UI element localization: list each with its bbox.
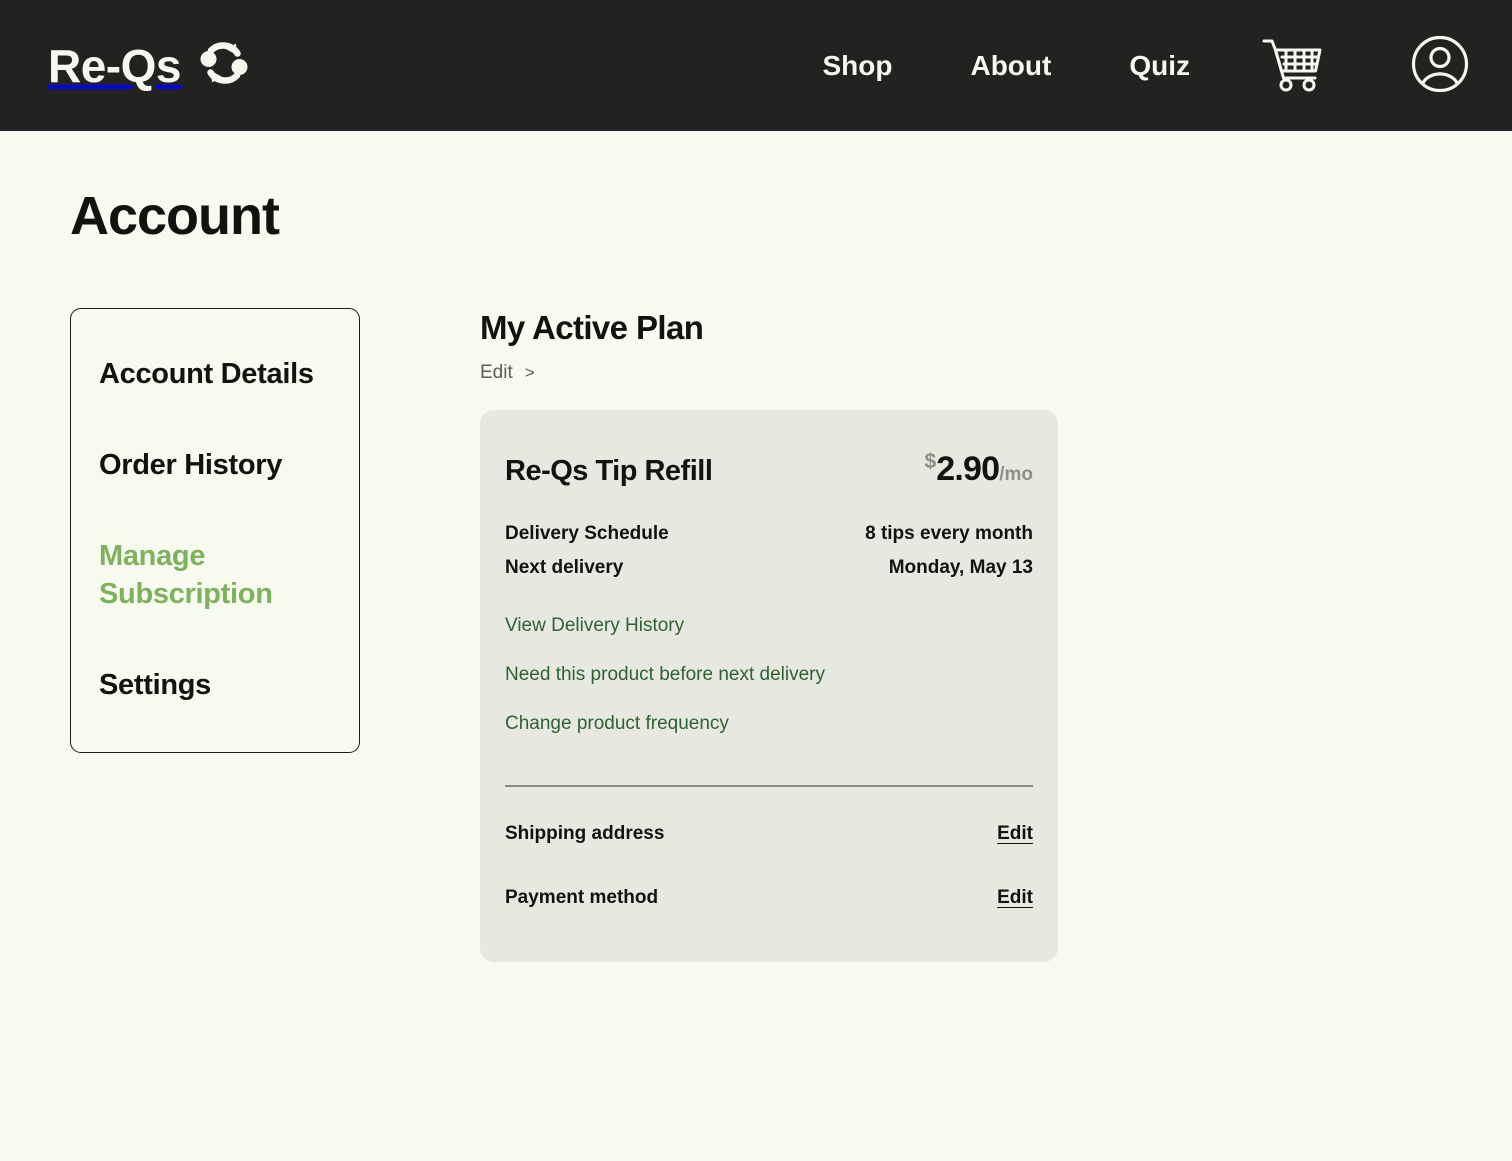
chevron-right-icon: > <box>524 362 535 382</box>
recycle-refresh-icon <box>195 34 253 97</box>
section-title: My Active Plan <box>480 309 704 347</box>
plan-account-rows: Shipping address Edit Payment method Edi… <box>505 823 1033 909</box>
detail-row-delivery-schedule: Delivery Schedule 8 tips every month <box>505 523 1033 545</box>
plan-name: Re-Qs Tip Refill <box>505 454 713 487</box>
price-period: /mo <box>999 463 1033 485</box>
active-plan-panel: My Active Plan Edit > Re-Qs Tip Refill $… <box>480 308 1058 962</box>
nav-link-quiz[interactable]: Quiz <box>1129 42 1190 90</box>
change-product-frequency-link[interactable]: Change product frequency <box>505 713 1033 736</box>
row-payment-method: Payment method Edit <box>505 887 1033 909</box>
plan-header: Re-Qs Tip Refill $ 2.90 /mo <box>505 450 1033 489</box>
brand-name: Re-Qs <box>48 39 181 92</box>
price-currency: $ <box>924 449 937 473</box>
card-divider <box>505 785 1033 787</box>
page-content: Account Details Order History Manage Sub… <box>0 308 1512 962</box>
sidebar-item-order-history[interactable]: Order History <box>71 434 359 497</box>
sidebar-item-account-details[interactable]: Account Details <box>71 343 359 406</box>
edit-shipping-address-link[interactable]: Edit <box>997 823 1033 845</box>
account-page: Account Account Details Order History Ma… <box>0 131 1512 962</box>
nav-link-about[interactable]: About <box>970 42 1051 90</box>
plan-detail-list: Delivery Schedule 8 tips every month Nex… <box>505 523 1033 579</box>
page-title: Account <box>70 186 280 246</box>
shipping-address-label: Shipping address <box>505 822 665 844</box>
nav-link-shop[interactable]: Shop <box>822 42 892 90</box>
detail-row-next-delivery: Next delivery Monday, May 13 <box>505 557 1033 579</box>
detail-value: Monday, May 13 <box>888 556 1033 578</box>
edit-plan-label: Edit <box>480 361 513 383</box>
detail-label: Delivery Schedule <box>505 522 669 544</box>
need-product-before-next-delivery-link[interactable]: Need this product before next delivery <box>505 664 1033 687</box>
plan-action-links: View Delivery History Need this product … <box>505 615 1033 735</box>
shopping-cart-button[interactable] <box>1262 36 1324 95</box>
sidebar-item-settings[interactable]: Settings <box>71 654 359 717</box>
account-sidebar: Account Details Order History Manage Sub… <box>70 308 360 754</box>
row-shipping-address: Shipping address Edit <box>505 823 1033 845</box>
user-account-icon <box>1410 34 1470 97</box>
edit-payment-method-link[interactable]: Edit <box>997 887 1033 909</box>
brand-logo[interactable]: Re-Qs <box>48 34 253 97</box>
shopping-cart-icon <box>1262 36 1324 95</box>
detail-value: 8 tips every month <box>865 522 1033 544</box>
plan-card: Re-Qs Tip Refill $ 2.90 /mo Delivery Sch… <box>480 409 1058 962</box>
top-navbar: Re-Qs Shop About Quiz <box>0 0 1512 131</box>
detail-label: Next delivery <box>505 556 624 578</box>
payment-method-label: Payment method <box>505 886 659 908</box>
edit-plan-link[interactable]: Edit > <box>480 362 535 384</box>
account-button[interactable] <box>1410 34 1470 97</box>
primary-navigation: Shop About Quiz <box>822 34 1470 97</box>
price-amount: 2.90 <box>936 449 1000 488</box>
plan-price: $ 2.90 /mo <box>925 450 1033 489</box>
view-delivery-history-link[interactable]: View Delivery History <box>505 615 1033 638</box>
sidebar-item-manage-subscription[interactable]: Manage Subscription <box>71 525 359 626</box>
